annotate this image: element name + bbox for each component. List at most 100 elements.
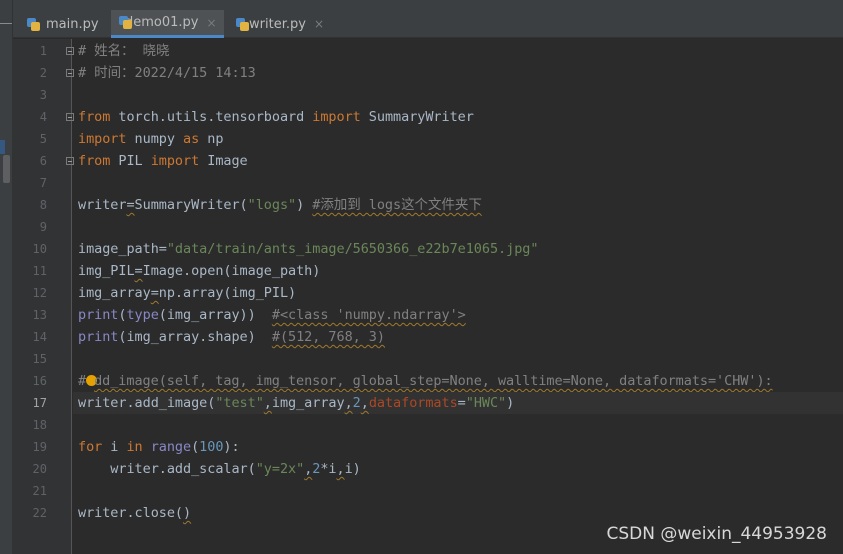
- tab-main-py[interactable]: main.py: [19, 10, 107, 38]
- code-token: "logs": [247, 197, 297, 213]
- code-token: ):: [223, 439, 240, 455]
- line-number[interactable]: 5: [13, 128, 47, 150]
- line-number[interactable]: 6: [13, 150, 47, 172]
- code-token: writer.add_scalar(: [78, 461, 256, 477]
- line-number[interactable]: 19: [13, 436, 47, 458]
- code-token: Image: [199, 153, 248, 169]
- code-token: (: [191, 439, 200, 455]
- line-number[interactable]: 18: [13, 414, 47, 436]
- code-token: ,: [263, 395, 272, 411]
- code-token: import: [78, 131, 127, 147]
- code-line[interactable]: from torch.utils.tensorboard import Summ…: [73, 106, 843, 128]
- code-token: (img_array)): [158, 307, 272, 323]
- code-token: =: [126, 197, 135, 213]
- code-area[interactable]: # 姓名： 晓晓 # 时间：2022/4/15 14:13 from torch.u…: [73, 39, 843, 554]
- code-line[interactable]: writer.close(): [73, 502, 843, 524]
- code-line[interactable]: # 姓名： 晓晓: [73, 40, 843, 62]
- code-token: # 时间：2022/4/15 14:13: [78, 65, 256, 81]
- tab-label: main.py: [46, 16, 99, 32]
- line-number[interactable]: 4: [13, 106, 47, 128]
- code-line[interactable]: print(img_array.shape) #(512, 768, 3): [73, 326, 843, 348]
- tab-label: writer.py: [249, 16, 306, 32]
- tab-demo01-py[interactable]: demo01.py ×: [111, 10, 224, 38]
- code-line[interactable]: for i in range(100):: [73, 436, 843, 458]
- line-number[interactable]: 14: [13, 326, 47, 348]
- code-token: #添加到 logs这个文件夹下: [312, 197, 482, 213]
- line-number[interactable]: 2: [13, 62, 47, 84]
- code-line[interactable]: from PIL import Image: [73, 150, 843, 172]
- close-icon[interactable]: ×: [207, 16, 217, 30]
- code-line[interactable]: [73, 480, 843, 502]
- tab-writer-py[interactable]: writer.py ×: [228, 10, 332, 38]
- line-number[interactable]: 20: [13, 458, 47, 480]
- line-number[interactable]: 21: [13, 480, 47, 502]
- code-line[interactable]: img_PIL=Image.open(image_path): [73, 260, 843, 282]
- code-token: np.array(img_PIL): [158, 285, 297, 301]
- code-token: numpy: [126, 131, 184, 147]
- code-line-text: for i in range(100):: [78, 436, 240, 458]
- code-line[interactable]: [73, 414, 843, 436]
- line-number[interactable]: 10: [13, 238, 47, 260]
- code-token: from: [78, 109, 111, 125]
- code-token: (img_array.shape): [118, 329, 272, 345]
- code-line-text: writer=SummaryWriter("logs") #添加到 logs这个…: [78, 194, 482, 216]
- line-number[interactable]: 17: [13, 392, 47, 414]
- code-token: Image.open(image_path): [142, 263, 321, 279]
- code-line[interactable]: # 时间：2022/4/15 14:13: [73, 62, 843, 84]
- code-token: img_array: [271, 395, 345, 411]
- code-line-text: img_PIL=Image.open(image_path): [78, 260, 320, 282]
- code-line[interactable]: [73, 84, 843, 106]
- code-line[interactable]: writer.add_scalar("y=2x",2*i,i): [73, 458, 843, 480]
- code-token: writer: [78, 197, 127, 213]
- line-number[interactable]: 8: [13, 194, 47, 216]
- close-icon[interactable]: ×: [314, 17, 324, 31]
- code-editor[interactable]: 1 2 3 4 5 6 7 8 9 10 11 12 13 14 15 16 17 18 19 20 21 22 # 姓名…: [13, 39, 843, 554]
- code-line[interactable]: print(type(img_array)) #<class 'numpy.nd…: [73, 304, 843, 326]
- line-number[interactable]: 12: [13, 282, 47, 304]
- code-token: "data/train/ants_image/5650366_e22b7e106…: [166, 241, 539, 257]
- code-line[interactable]: import numpy as np: [73, 128, 843, 150]
- line-number[interactable]: 16: [13, 370, 47, 392]
- line-number[interactable]: 11: [13, 260, 47, 282]
- line-number[interactable]: 7: [13, 172, 47, 194]
- code-token: img_PIL: [78, 263, 135, 279]
- code-line[interactable]: # dd_image(self, tag, img_tensor, global_…: [73, 370, 843, 392]
- code-token: ): [506, 395, 515, 411]
- code-token: "y=2x": [255, 461, 305, 477]
- code-line[interactable]: img_array=np.array(img_PIL): [73, 282, 843, 304]
- code-token: "test": [215, 395, 264, 411]
- code-line-text: import numpy as np: [78, 128, 223, 150]
- code-line[interactable]: [73, 172, 843, 194]
- code-token: np: [199, 131, 224, 147]
- code-token: dd_image(self, tag, img_tensor, global_s…: [94, 373, 773, 389]
- code-token: ,: [344, 395, 353, 411]
- code-line-text: writer.close(): [78, 502, 191, 524]
- tool-window-strip[interactable]: [0, 0, 13, 554]
- code-token: import: [312, 109, 361, 125]
- code-token: ): [183, 505, 192, 521]
- code-token: #(512, 768, 3): [271, 329, 385, 345]
- line-number[interactable]: 1: [13, 40, 47, 62]
- code-line[interactable]: image_path="data/train/ants_image/565036…: [73, 238, 843, 260]
- code-token: =: [150, 285, 159, 301]
- line-number[interactable]: 13: [13, 304, 47, 326]
- code-line[interactable]: [73, 348, 843, 370]
- code-token: SummaryWriter: [360, 109, 474, 125]
- python-file-icon: [236, 17, 249, 31]
- tab-label: demo01.py: [125, 15, 199, 30]
- line-number[interactable]: 15: [13, 348, 47, 370]
- code-line-text: writer.add_scalar("y=2x",2*i,i): [78, 458, 360, 480]
- code-token: =: [457, 395, 466, 411]
- line-number[interactable]: 22: [13, 502, 47, 524]
- line-number[interactable]: 9: [13, 216, 47, 238]
- code-token: range: [150, 439, 192, 455]
- code-line[interactable]: writer.add_image("test",img_array,2,data…: [73, 392, 843, 414]
- code-token: writer.add_image(: [78, 395, 216, 411]
- bookmark-marker: [0, 140, 5, 154]
- code-line[interactable]: [73, 216, 843, 238]
- structure-scroll-thumb[interactable]: [3, 155, 10, 183]
- code-line[interactable]: writer=SummaryWriter("logs") #添加到 logs这个…: [73, 194, 843, 216]
- code-token: img_array: [78, 285, 151, 301]
- line-number-gutter[interactable]: 1 2 3 4 5 6 7 8 9 10 11 12 13 14 15 16 17 18 19 20 21 22: [13, 39, 74, 554]
- line-number[interactable]: 3: [13, 84, 47, 106]
